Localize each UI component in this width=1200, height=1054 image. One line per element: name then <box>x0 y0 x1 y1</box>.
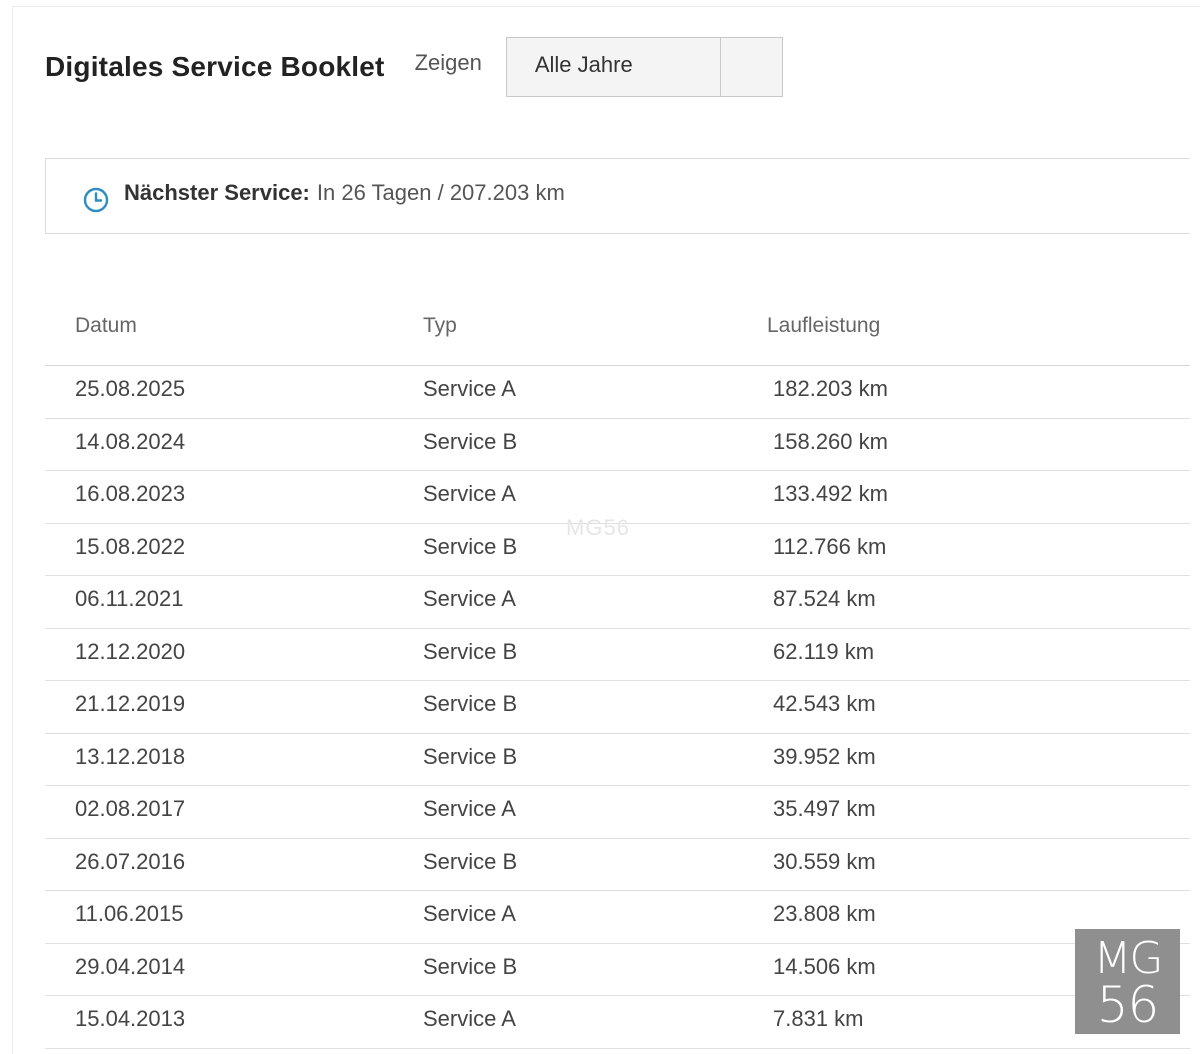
cell-type: Service B <box>423 428 518 454</box>
cell-date: 06.11.2021 <box>75 586 184 611</box>
cell-type: Service B <box>423 743 518 769</box>
table-row: 02.08.2017 Service A 35.497 km <box>45 786 1190 839</box>
cell-type: Service A <box>423 481 516 506</box>
column-header-mileage: Laufleistung <box>767 314 881 337</box>
cell-date: 21.12.2019 <box>75 691 186 716</box>
table-row: 12.12.2020 Service B 62.119 km <box>45 629 1190 681</box>
cell-mileage: 158.260 km <box>773 428 888 454</box>
table-body: 25.08.2025 Service A 182.203 km 14.08.2024 S… <box>45 366 1190 1049</box>
table-row: 26.07.2016 Service B 30.559 km <box>45 839 1190 891</box>
cell-date: 15.04.2013 <box>75 1006 186 1031</box>
next-service-label: Nächster Service: <box>124 180 310 205</box>
table-header: Datum Typ Laufleistung <box>45 300 1190 366</box>
column-header-type: Typ <box>423 314 457 337</box>
cell-date: 25.08.2025 <box>75 376 186 401</box>
table-row: 25.08.2025 Service A 182.203 km <box>45 366 1190 419</box>
cell-date: 12.12.2020 <box>75 638 186 664</box>
next-service-value: In 26 Tagen / 207.203 km <box>316 180 565 205</box>
cell-mileage: 87.524 km <box>773 586 876 611</box>
logo-line-2: 56 <box>1096 976 1160 1034</box>
cell-type: Service B <box>423 953 518 979</box>
cell-type: Service A <box>423 796 516 821</box>
year-filter-value: Alle Jahre <box>534 52 633 77</box>
cell-mileage: 42.543 km <box>773 691 876 716</box>
table-row: 29.04.2014 Service B 14.506 km <box>45 944 1190 996</box>
cell-type: Service B <box>423 848 518 874</box>
table-row: 21.12.2019 Service B 42.543 km <box>45 681 1190 734</box>
cell-mileage: 23.808 km <box>773 901 876 926</box>
cell-mileage: 35.497 km <box>773 796 876 821</box>
cell-date: 16.08.2023 <box>75 481 186 506</box>
cell-mileage: 30.559 km <box>773 848 876 874</box>
cell-date: 15.08.2022 <box>75 533 186 559</box>
cell-type: Service A <box>423 1006 516 1031</box>
cell-mileage: 62.119 km <box>773 638 875 664</box>
table-row: 13.12.2018 Service B 39.952 km <box>45 734 1190 786</box>
cell-date: 26.07.2016 <box>75 848 186 874</box>
cell-mileage: 7.831 km <box>773 1006 864 1031</box>
cell-mileage: 112.766 km <box>773 533 887 559</box>
cell-type: Service A <box>423 901 516 926</box>
cell-date: 02.08.2017 <box>75 796 186 821</box>
cell-mileage: 39.952 km <box>773 743 876 769</box>
table-row: 11.06.2015 Service A 23.808 km <box>45 891 1190 944</box>
logo-line-1: MG <box>1093 933 1163 984</box>
table-row: 14.08.2024 Service B 158.260 km <box>45 419 1190 471</box>
watermark-text: MG56 <box>566 515 630 540</box>
table-row: 15.04.2013 Service A 7.831 km <box>45 996 1190 1049</box>
cell-type: Service B <box>423 533 518 559</box>
cell-type: Service B <box>423 638 518 664</box>
clock-icon <box>83 187 109 213</box>
cell-mileage: 14.506 km <box>773 953 876 979</box>
year-filter-dropdown-button[interactable] <box>719 38 782 96</box>
page-title: Digitales Service Booklet <box>45 51 385 82</box>
table-row: 06.11.2021 Service A 87.524 km <box>45 576 1190 629</box>
cell-mileage: 133.492 km <box>773 481 888 506</box>
page-header: Digitales Service Booklet Zeigen Alle Ja… <box>45 36 783 98</box>
cell-type: Service A <box>423 586 516 611</box>
service-history-table: Datum Typ Laufleistung 25.08.2025 Service… <box>45 300 1190 1049</box>
cell-mileage: 182.203 km <box>773 376 888 401</box>
filter-label: Zeigen <box>414 50 482 75</box>
year-filter-select[interactable]: Alle Jahre <box>505 37 783 97</box>
cell-date: 14.08.2024 <box>75 428 186 454</box>
column-header-date: Datum <box>75 314 137 337</box>
cell-type: Service A <box>423 376 516 401</box>
cell-date: 29.04.2014 <box>75 953 186 979</box>
next-service-panel: Nächster Service: In 26 Tagen / 207.203 … <box>45 158 1190 234</box>
cell-type: Service B <box>423 691 518 716</box>
mg56-logo: MG 56 <box>1075 929 1180 1034</box>
cell-date: 11.06.2015 <box>75 901 184 926</box>
cell-date: 13.12.2018 <box>75 743 186 769</box>
